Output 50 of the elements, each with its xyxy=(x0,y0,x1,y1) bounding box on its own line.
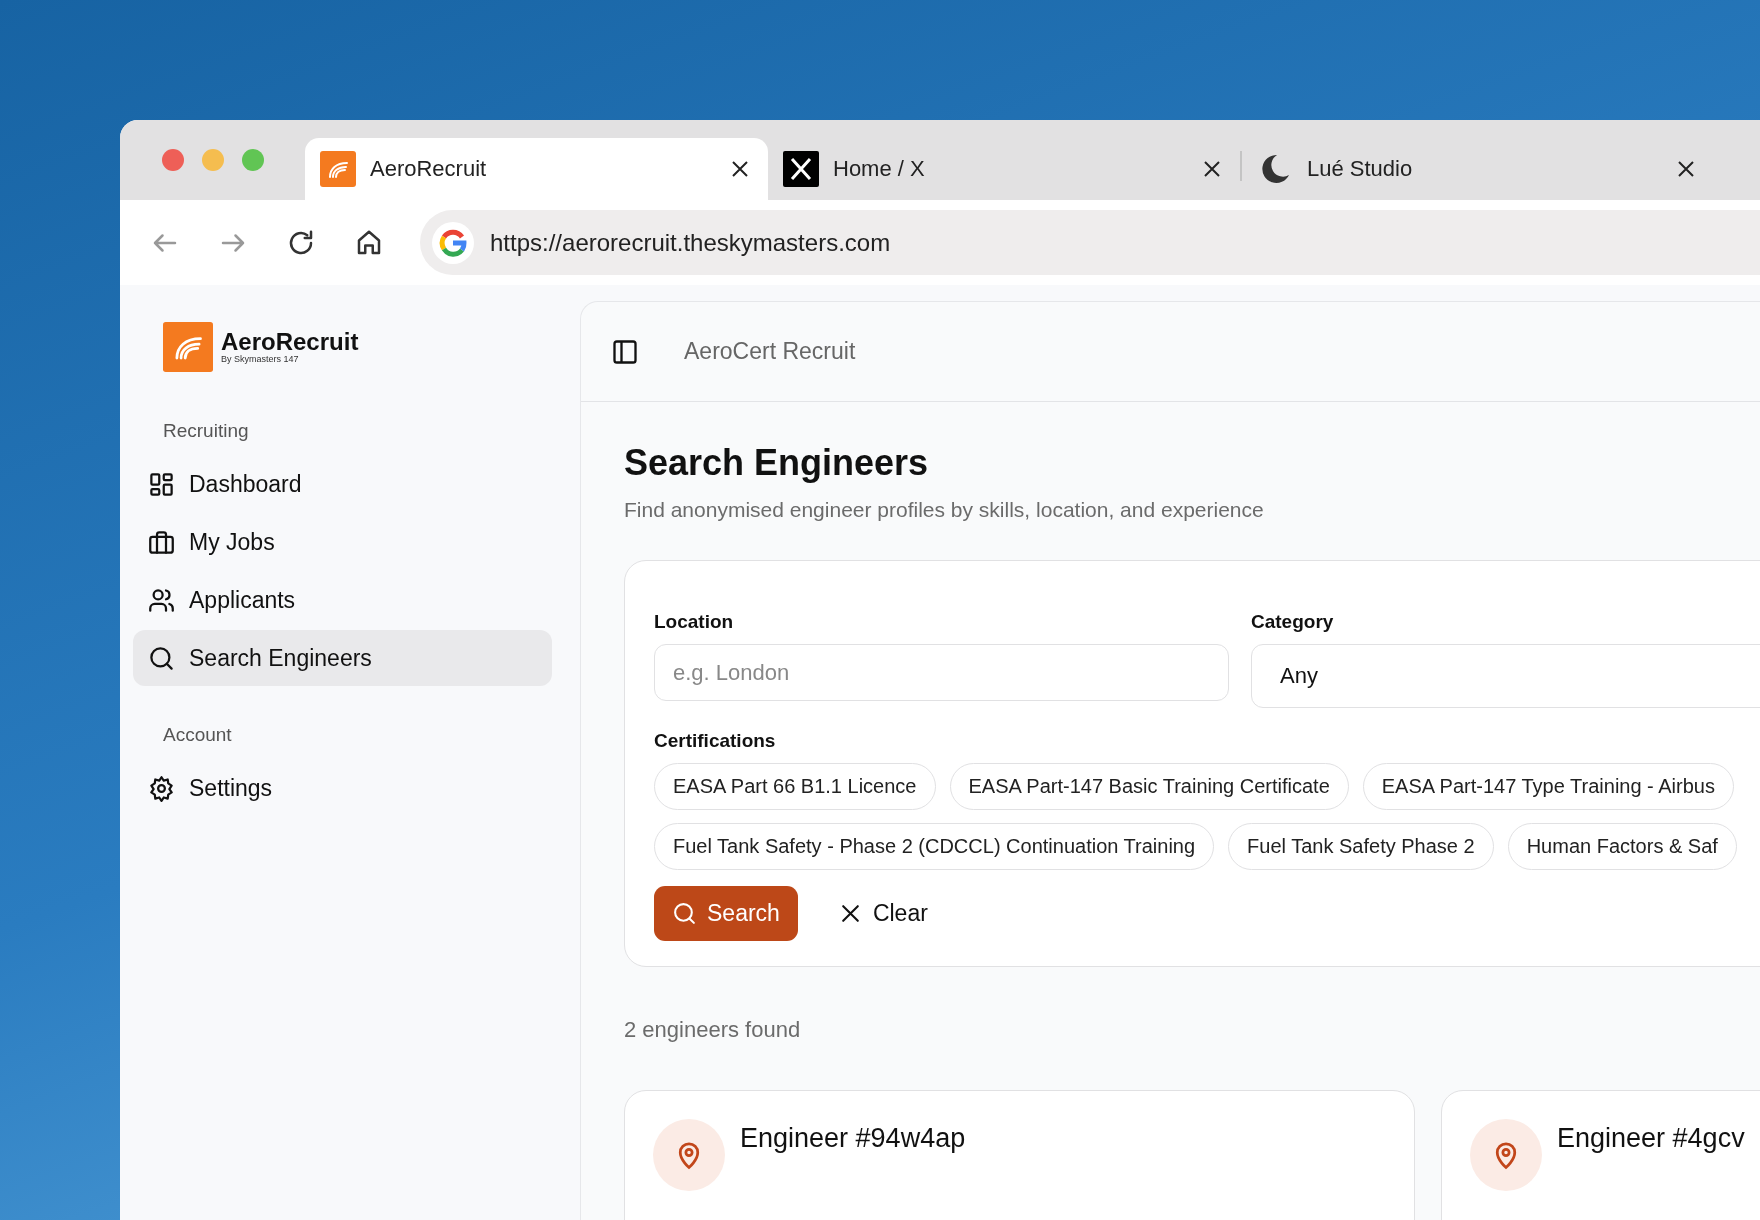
header-title: AeroCert Recruit xyxy=(684,338,856,365)
browser-tab[interactable]: AeroRecruit xyxy=(305,138,768,200)
results-count: 2 engineers found xyxy=(624,1017,802,1043)
search-button[interactable]: Search xyxy=(654,886,798,941)
location-field[interactable]: e.g. London xyxy=(654,644,1229,701)
field-label: Certifications xyxy=(654,730,777,752)
address-bar[interactable]: https://aerorecruit.theskymasters.com xyxy=(420,210,1760,275)
url-text: https://aerorecruit.theskymasters.com xyxy=(490,228,891,257)
engineer-name: Engineer #94w4ap xyxy=(740,1123,966,1155)
briefcase-icon xyxy=(148,528,175,556)
search-icon xyxy=(148,644,175,672)
sidebar-item[interactable]: Search Engineers xyxy=(133,630,552,686)
engineer-card[interactable]: Engineer #4gcv xyxy=(1441,1090,1760,1220)
search-icon xyxy=(672,901,697,926)
certification-chip[interactable]: Human Factors & Saf xyxy=(1507,823,1737,870)
section-heading: Account xyxy=(163,724,233,746)
color-ring-icon xyxy=(438,227,468,258)
sidebar-toggle-icon[interactable] xyxy=(611,337,639,366)
certification-chip[interactable]: Fuel Tank Safety Phase 2 xyxy=(1228,823,1494,870)
certification-chip[interactable]: EASA Part 66 B1.1 Licence xyxy=(654,763,936,810)
page-title: Search Engineers xyxy=(624,442,930,484)
logo-icon xyxy=(163,322,213,372)
close-icon[interactable] xyxy=(1676,159,1696,179)
users-icon xyxy=(148,586,175,614)
engineer-name: Engineer #4gcv xyxy=(1557,1123,1745,1155)
field-label: Location xyxy=(654,611,735,633)
browser-tab[interactable]: Lué Studio xyxy=(1242,138,1714,200)
sidebar-item[interactable]: Settings xyxy=(133,760,552,816)
gear-icon xyxy=(148,774,175,802)
sidebar-item[interactable]: My Jobs xyxy=(133,514,552,570)
grid-icon xyxy=(148,470,175,498)
field-label: Category xyxy=(1251,611,1335,633)
page-subtitle: Find anonymised engineer profiles by skills, location, and experience xyxy=(624,498,1265,522)
certification-chip[interactable]: EASA Part-147 Type Training - Airbus xyxy=(1362,763,1734,810)
category-dropdown[interactable]: Any xyxy=(1251,644,1760,708)
browser-tab[interactable]: Home / X xyxy=(768,138,1240,200)
clear-button[interactable]: Clear xyxy=(833,886,932,941)
logo-icon xyxy=(320,151,356,187)
close-icon[interactable] xyxy=(730,159,750,179)
sidebar-item[interactable]: Applicants xyxy=(133,572,552,628)
close-icon[interactable] xyxy=(1202,159,1222,179)
app-tagline: By Skymasters 147 xyxy=(221,354,300,364)
certification-chip[interactable]: Fuel Tank Safety - Phase 2 (CDCCL) Continuation Training xyxy=(654,823,1215,870)
close-window-button[interactable] xyxy=(162,149,184,171)
app-name: AeroRecruit xyxy=(221,330,359,354)
section-heading: Recruiting xyxy=(163,420,250,442)
sidebar-item[interactable]: Dashboard xyxy=(133,456,552,512)
certification-chip[interactable]: EASA Part-147 Basic Training Certificate xyxy=(949,763,1349,810)
x-mark-icon xyxy=(783,151,819,187)
engineer-card[interactable]: Engineer #94w4ap xyxy=(624,1090,1415,1220)
